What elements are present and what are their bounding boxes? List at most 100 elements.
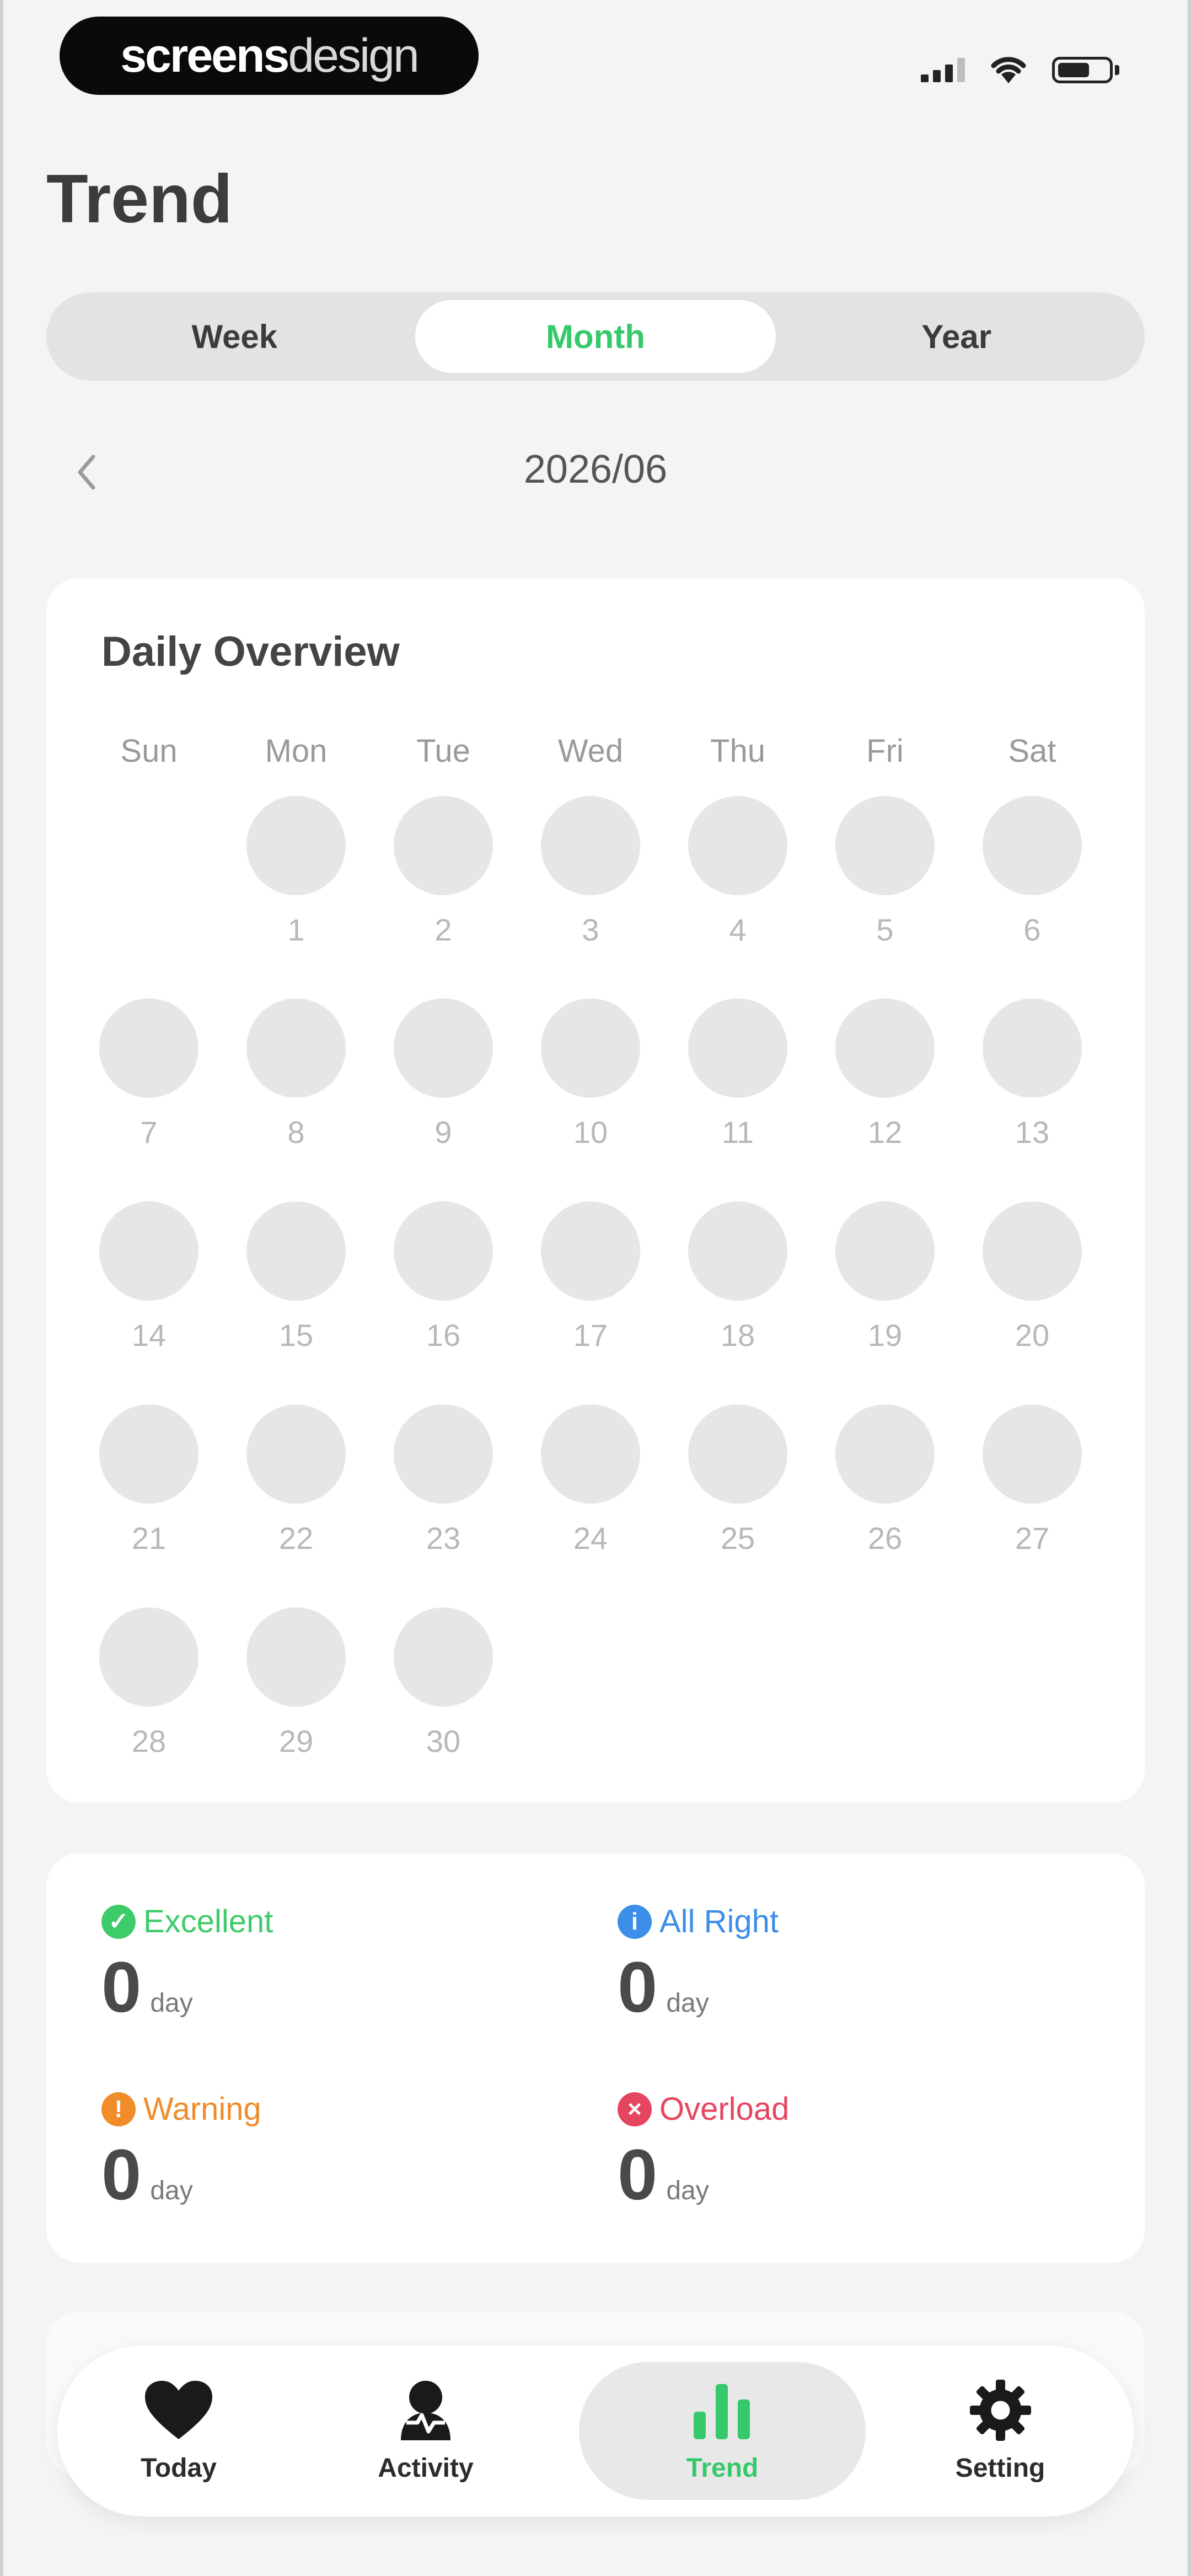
tab-label: Today bbox=[141, 2454, 217, 2483]
day-status-dot[interactable] bbox=[246, 998, 346, 1098]
day-status-dot[interactable] bbox=[394, 998, 493, 1098]
day-status-dot[interactable] bbox=[246, 1201, 346, 1301]
x-circle-icon: × bbox=[618, 2092, 652, 2126]
stat-label: Excellent bbox=[143, 1904, 273, 1939]
day-number: 18 bbox=[720, 1318, 755, 1353]
day-number: 25 bbox=[720, 1521, 755, 1556]
day-status-dot[interactable] bbox=[394, 1404, 493, 1504]
bottom-tab-bar: Today Activity Trend Setting bbox=[57, 2345, 1134, 2516]
day-status-dot[interactable] bbox=[688, 1201, 787, 1301]
day-number: 2 bbox=[434, 912, 452, 947]
summary-card: ✓ Excellent 0 day i All Right 0 day ! Wa… bbox=[46, 1853, 1145, 2263]
signal-icon bbox=[921, 58, 965, 82]
day-status-dot[interactable] bbox=[541, 998, 640, 1098]
tab-label: Trend bbox=[686, 2454, 759, 2483]
day-status-dot[interactable] bbox=[99, 1201, 198, 1301]
day-number: 13 bbox=[1015, 1115, 1050, 1150]
stat-value: 0 bbox=[101, 2134, 142, 2215]
day-status-dot[interactable] bbox=[99, 1607, 198, 1707]
tab-today[interactable]: Today bbox=[85, 2362, 272, 2500]
segment-month[interactable]: Month bbox=[415, 300, 776, 373]
page-title: Trend bbox=[46, 161, 233, 237]
day-number: 17 bbox=[573, 1318, 608, 1353]
stat-value: 0 bbox=[618, 2134, 658, 2215]
check-circle-icon: ✓ bbox=[101, 1904, 136, 1939]
daily-overview-card: Daily Overview Sun Mon Tue Wed Thu Fri Sat 123… bbox=[46, 578, 1145, 1803]
bar-chart-icon bbox=[694, 2384, 750, 2439]
day-number: 19 bbox=[867, 1318, 903, 1353]
weekday-label: Thu bbox=[710, 733, 765, 769]
wifi-icon bbox=[991, 57, 1026, 83]
day-number: 11 bbox=[721, 1115, 754, 1150]
month-label: 2026/06 bbox=[523, 447, 668, 491]
day-status-dot[interactable] bbox=[541, 1201, 640, 1301]
card-title: Daily Overview bbox=[101, 628, 400, 675]
day-status-dot[interactable] bbox=[246, 796, 346, 895]
stat-label: Warning bbox=[143, 2091, 261, 2127]
stat-unit: day bbox=[666, 1989, 709, 2018]
day-status-dot[interactable] bbox=[983, 796, 1082, 895]
day-status-dot[interactable] bbox=[99, 1404, 198, 1504]
day-status-dot[interactable] bbox=[835, 1404, 935, 1504]
day-status-dot[interactable] bbox=[541, 796, 640, 895]
day-status-dot[interactable] bbox=[246, 1607, 346, 1707]
day-number: 12 bbox=[867, 1115, 903, 1150]
exclamation-circle-icon: ! bbox=[101, 2092, 136, 2126]
day-number: 16 bbox=[426, 1318, 461, 1353]
weekday-label: Tue bbox=[416, 733, 470, 769]
tab-activity[interactable]: Activity bbox=[332, 2362, 519, 2500]
status-icons bbox=[921, 51, 1119, 89]
day-status-dot[interactable] bbox=[688, 998, 787, 1098]
period-segmented-control: Week Month Year bbox=[46, 292, 1145, 381]
day-status-dot[interactable] bbox=[246, 1404, 346, 1504]
heart-icon bbox=[145, 2381, 212, 2439]
day-status-dot[interactable] bbox=[394, 1201, 493, 1301]
day-status-dot[interactable] bbox=[688, 1404, 787, 1504]
day-status-dot[interactable] bbox=[983, 1201, 1082, 1301]
day-status-dot[interactable] bbox=[835, 796, 935, 895]
stat-unit: day bbox=[150, 2176, 193, 2205]
day-number: 24 bbox=[573, 1521, 608, 1556]
day-status-dot[interactable] bbox=[983, 1404, 1082, 1504]
day-number: 28 bbox=[131, 1724, 167, 1759]
day-number: 23 bbox=[426, 1521, 461, 1556]
day-status-dot[interactable] bbox=[835, 1201, 935, 1301]
weekday-label: Sat bbox=[1008, 733, 1056, 769]
day-number: 9 bbox=[434, 1115, 452, 1150]
day-number: 27 bbox=[1015, 1521, 1050, 1556]
day-status-dot[interactable] bbox=[394, 1607, 493, 1707]
day-status-dot[interactable] bbox=[983, 998, 1082, 1098]
day-number: 30 bbox=[426, 1724, 461, 1759]
day-number: 1 bbox=[287, 912, 305, 947]
weekday-label: Mon bbox=[265, 733, 328, 769]
stat-all-right: i All Right 0 day bbox=[618, 1903, 779, 2023]
stat-value: 0 bbox=[101, 1947, 142, 2027]
day-status-dot[interactable] bbox=[835, 998, 935, 1098]
battery-icon bbox=[1052, 57, 1113, 83]
day-number: 22 bbox=[278, 1521, 314, 1556]
device-frame-right bbox=[1188, 0, 1191, 2576]
segment-week[interactable]: Week bbox=[54, 300, 415, 373]
stat-unit: day bbox=[150, 1989, 193, 2018]
segment-year[interactable]: Year bbox=[776, 300, 1137, 373]
day-number: 4 bbox=[729, 912, 747, 947]
screensdesign-watermark: screens design bbox=[60, 17, 479, 95]
watermark-text-bold: screens bbox=[120, 29, 289, 82]
day-status-dot[interactable] bbox=[394, 796, 493, 895]
stat-label: All Right bbox=[659, 1904, 779, 1939]
gear-icon bbox=[969, 2380, 1031, 2441]
device-frame-left bbox=[0, 0, 3, 2576]
day-number: 7 bbox=[140, 1115, 158, 1150]
day-status-dot[interactable] bbox=[541, 1404, 640, 1504]
stat-label: Overload bbox=[659, 2091, 790, 2127]
day-number: 29 bbox=[278, 1724, 314, 1759]
day-status-dot[interactable] bbox=[688, 796, 787, 895]
tab-setting[interactable]: Setting bbox=[906, 2362, 1094, 2500]
day-number: 8 bbox=[287, 1115, 305, 1150]
stat-unit: day bbox=[666, 2176, 709, 2205]
stat-excellent: ✓ Excellent 0 day bbox=[101, 1903, 273, 2023]
battery-tip bbox=[1115, 65, 1119, 75]
day-status-dot[interactable] bbox=[99, 998, 198, 1098]
tab-trend[interactable]: Trend bbox=[579, 2362, 866, 2500]
day-number: 21 bbox=[131, 1521, 167, 1556]
